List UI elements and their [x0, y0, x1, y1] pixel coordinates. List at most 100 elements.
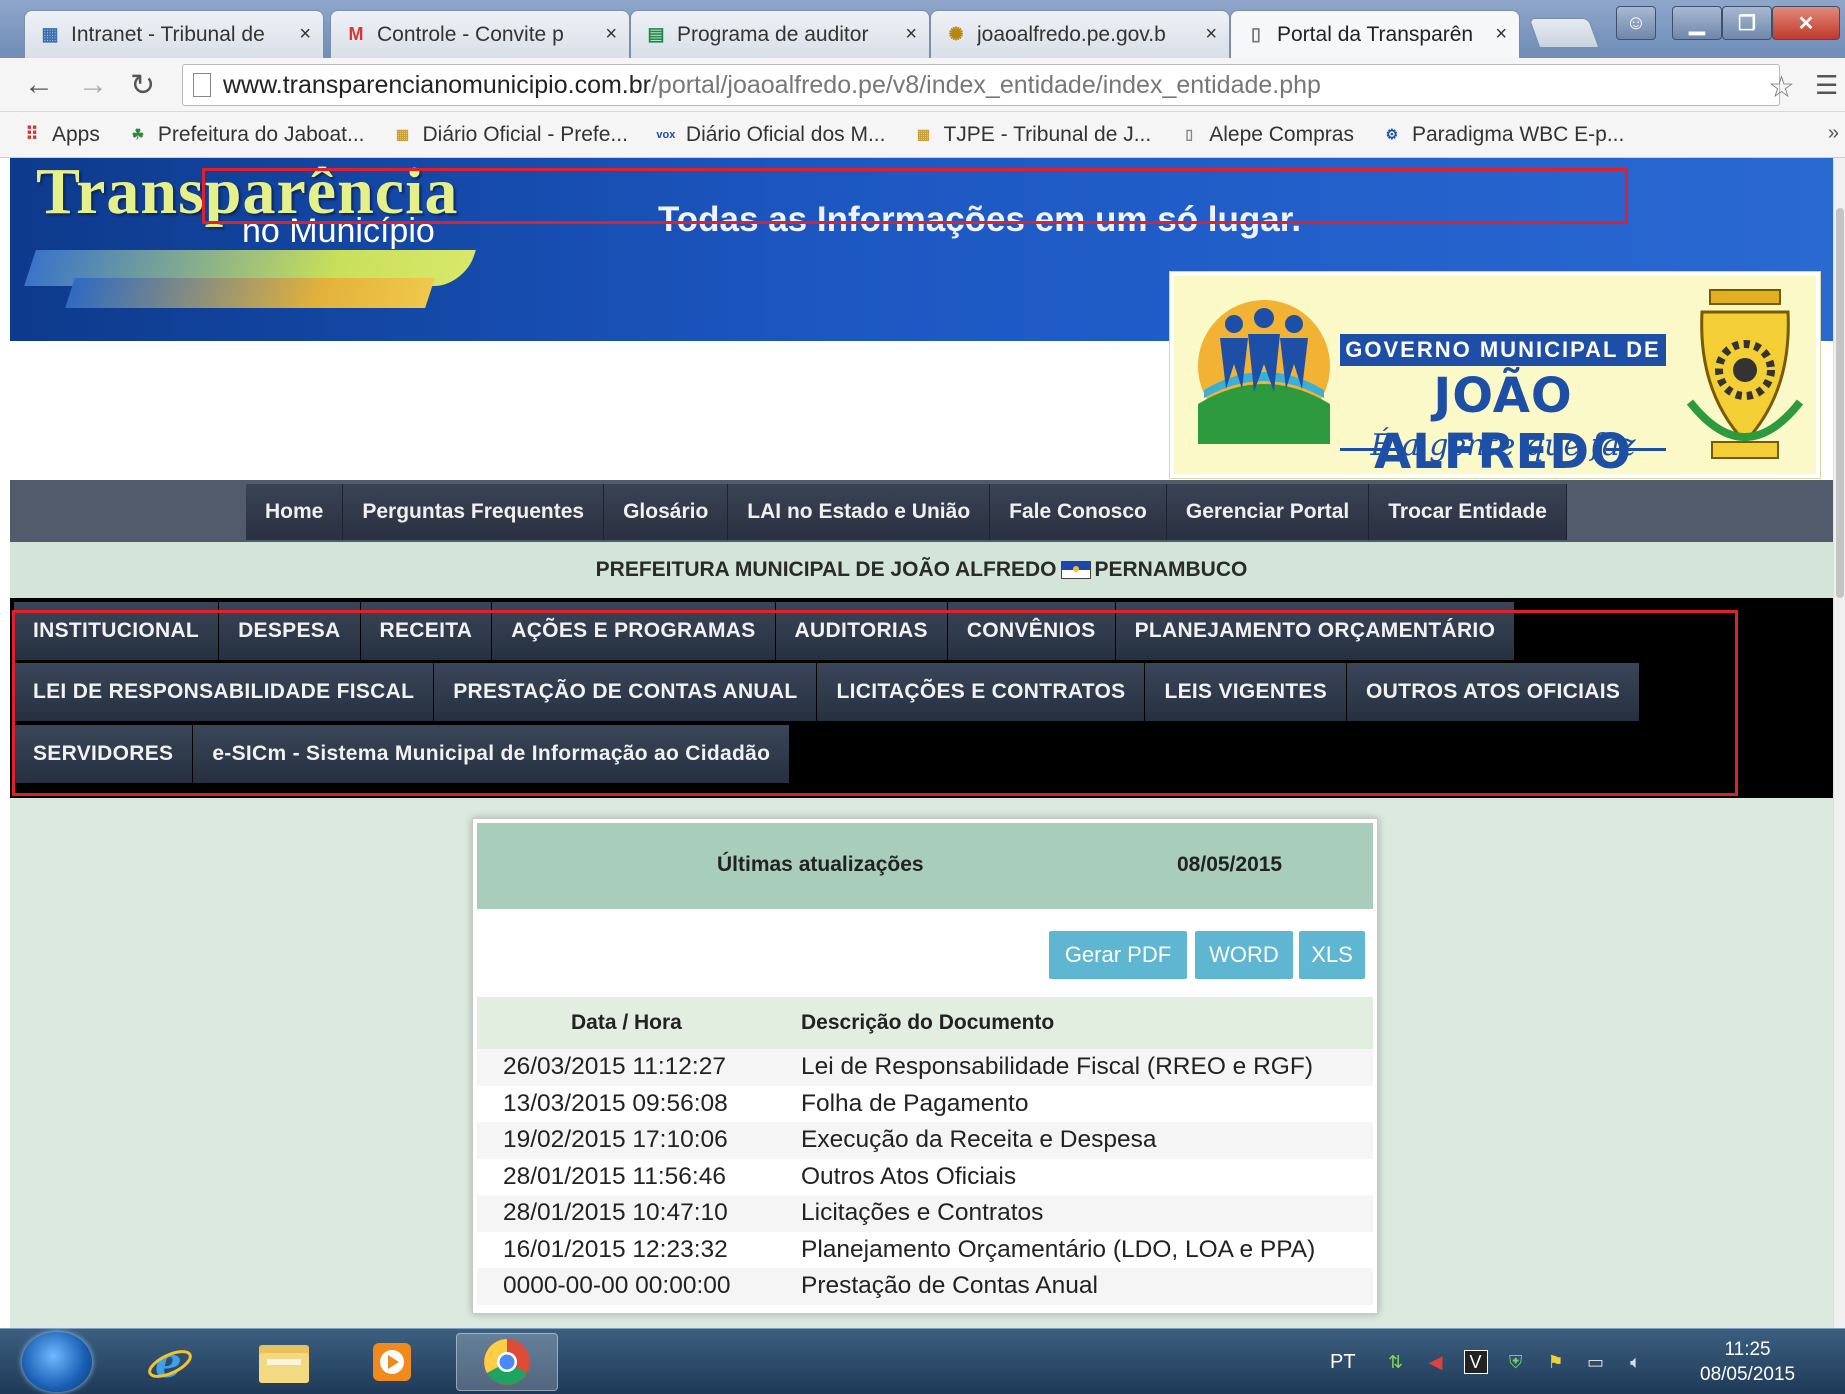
new-tab-button[interactable]: [1528, 18, 1600, 48]
bookmark-label: Apps: [52, 122, 100, 146]
table-row: 28/01/2015 11:56:46 Outros Atos Oficiais: [477, 1159, 1373, 1196]
tab-close-icon[interactable]: ×: [299, 23, 311, 46]
bookmark-alepe-compras[interactable]: ▯ Alepe Compras: [1177, 123, 1354, 147]
vox-icon: vox: [656, 128, 676, 141]
page-icon: [193, 73, 211, 97]
app-tray-icon[interactable]: V: [1463, 1350, 1488, 1374]
bookmark-label: Alepe Compras: [1209, 122, 1354, 146]
address-bar-area: ← → ↻ www.transparencianomunicipio.com.b…: [0, 58, 1845, 112]
seal-icon: ✺: [948, 24, 964, 44]
menu-icon[interactable]: ☰: [1815, 70, 1838, 101]
start-button[interactable]: [22, 1332, 92, 1392]
network-icon[interactable]: ▭: [1584, 1350, 1608, 1374]
bookmark-label: Paradigma WBC E-p...: [1411, 122, 1625, 146]
network-tray-icon[interactable]: ⇅: [1384, 1350, 1408, 1374]
user-icon[interactable]: ☺: [1616, 6, 1656, 40]
taskbar-clock[interactable]: 11:25 08/05/2015: [1700, 1337, 1795, 1387]
tab-portal-transparencia[interactable]: ▯ Portal da Transparên ×: [1230, 10, 1520, 58]
entity-name: PREFEITURA MUNICIPAL DE JOÃO ALFREDO: [595, 558, 1057, 581]
tab-close-icon[interactable]: ×: [1205, 23, 1217, 46]
entity-name-band: PREFEITURA MUNICIPAL DE JOÃO ALFREDO PER…: [10, 542, 1833, 598]
export-word-button[interactable]: WORD: [1195, 931, 1293, 979]
people-icon: ☘: [131, 126, 145, 142]
tab-close-icon[interactable]: ×: [1495, 23, 1507, 46]
chrome-icon[interactable]: [456, 1333, 558, 1391]
tab-intranet[interactable]: ▦ Intranet - Tribunal de ×: [24, 10, 324, 58]
shield-icon[interactable]: ⛨: [1504, 1350, 1528, 1374]
internet-explorer-icon[interactable]: e: [124, 1333, 216, 1391]
page-scrollbar[interactable]: [1833, 158, 1845, 1328]
export-xls-button[interactable]: XLS: [1299, 931, 1365, 979]
forward-icon[interactable]: →: [78, 68, 108, 102]
media-player-icon[interactable]: [346, 1333, 438, 1391]
nav-gerenciar-portal[interactable]: Gerenciar Portal: [1166, 484, 1370, 540]
chrome-glyph: [484, 1339, 530, 1385]
updates-title: Últimas atualizações: [717, 853, 924, 876]
windows-taskbar: e PT ⇅ ◀ V ⛨ ⚑ ▭ 🔈︎ 11:25 08/05/2015: [0, 1328, 1845, 1394]
latest-updates-panel: Últimas atualizações 08/05/2015 Gerar PD…: [472, 818, 1378, 1314]
government-logo: GOVERNO MUNICIPAL DE JOÃO ALFREDO É a ge…: [1170, 272, 1820, 480]
entity-state: PERNAMBUCO: [1094, 558, 1248, 581]
page-icon: ▯: [1185, 126, 1194, 142]
flag-tray-icon[interactable]: ⚑: [1544, 1350, 1568, 1374]
row-description: Planejamento Orçamentário (LDO, LOA e PP…: [801, 1235, 1316, 1263]
url-field[interactable]: www.transparencianomunicipio.com.br/port…: [182, 64, 1780, 106]
bookmark-label: Prefeitura do Jaboat...: [157, 122, 365, 146]
table-row: 26/03/2015 11:12:27 Lei de Responsabilida…: [477, 1049, 1373, 1086]
bookmark-diario-oficial-municipios[interactable]: vox Diário Oficial dos M...: [654, 122, 886, 147]
nav-lai-estado-uniao[interactable]: LAI no Estado e União: [728, 484, 991, 540]
row-description: Outros Atos Oficiais: [801, 1162, 1017, 1190]
tab-close-icon[interactable]: ×: [605, 23, 617, 46]
more-bookmarks-icon[interactable]: »: [1828, 122, 1839, 145]
top-navigation-band: Home Perguntas Frequentes Glosário LAI n…: [10, 480, 1833, 542]
close-window-icon[interactable]: ✕: [1772, 6, 1840, 40]
system-tray: PT ⇅ ◀ V ⛨ ⚑ ▭ 🔈︎: [1330, 1329, 1664, 1394]
bookmark-paradigma[interactable]: ⚙ Paradigma WBC E-p...: [1380, 122, 1625, 147]
updates-header: Últimas atualizações 08/05/2015: [477, 823, 1373, 909]
table-header: Data / Hora Descrição do Documento: [477, 997, 1373, 1049]
nav-perguntas-frequentes[interactable]: Perguntas Frequentes: [343, 484, 605, 540]
gear-person-icon: ⚙: [1385, 126, 1399, 142]
scrollbar-thumb[interactable]: [1836, 208, 1844, 598]
gov-logo-line2: JOÃO ALFREDO: [1374, 368, 1632, 480]
nav-home[interactable]: Home: [246, 484, 344, 540]
updates-date: 08/05/2015: [1177, 853, 1283, 876]
nav-fale-conosco[interactable]: Fale Conosco: [990, 484, 1167, 540]
internet-explorer-glyph: e: [148, 1338, 192, 1387]
bookmark-apps[interactable]: ⠿ Apps: [20, 122, 100, 147]
language-indicator[interactable]: PT: [1330, 1351, 1356, 1374]
nav-glosario[interactable]: Glosário: [604, 484, 729, 540]
folder-glyph: [259, 1345, 309, 1383]
nav-trocar-entidade[interactable]: Trocar Entidade: [1369, 484, 1567, 540]
tab-programa[interactable]: ▤ Programa de auditor ×: [630, 10, 930, 58]
reload-icon[interactable]: ↻: [130, 68, 155, 103]
export-pdf-button[interactable]: Gerar PDF: [1049, 931, 1187, 979]
bookmark-tjpe[interactable]: ▦ TJPE - Tribunal de J...: [911, 123, 1151, 147]
maximize-icon[interactable]: ❐: [1722, 6, 1772, 40]
row-description: Prestação de Contas Anual: [801, 1272, 1098, 1299]
volume-icon[interactable]: 🔈︎: [1624, 1350, 1648, 1374]
apps-grid-icon: ⠿: [25, 124, 39, 144]
tab-joaoalfredo[interactable]: ✺ joaoalfredo.pe.gov.b ×: [930, 10, 1230, 58]
row-date: 28/01/2015 10:47:10: [503, 1199, 728, 1226]
table-row: 13/03/2015 09:56:08 Folha de Pagamento: [477, 1086, 1373, 1123]
file-explorer-icon[interactable]: [238, 1333, 330, 1391]
bookmark-diario-oficial-prefeitura[interactable]: ▦ Diário Oficial - Prefe...: [391, 123, 628, 147]
updates-table-body: 26/03/2015 11:12:27 Lei de Responsabilida…: [477, 1049, 1373, 1305]
page-icon: ▯: [1251, 24, 1261, 44]
tab-label: Controle - Convite p: [377, 22, 564, 46]
bookmark-prefeitura-jaboatao[interactable]: ☘ Prefeitura do Jaboat...: [126, 123, 365, 147]
bookmark-label: Diário Oficial dos M...: [685, 122, 886, 146]
main-nav-highlight-box: [12, 610, 1738, 796]
banner-swoosh: [65, 278, 435, 308]
tab-controle[interactable]: M Controle - Convite p ×: [330, 10, 630, 58]
row-date: 16/01/2015 12:23:32: [503, 1235, 728, 1263]
back-icon[interactable]: ←: [24, 68, 54, 102]
speaker-alert-icon[interactable]: ◀: [1424, 1350, 1448, 1374]
municipal-crest-icon: [1686, 289, 1804, 459]
tab-close-icon[interactable]: ×: [905, 23, 917, 46]
minimize-icon[interactable]: ▁: [1672, 6, 1722, 40]
building-icon: ▦: [41, 24, 59, 44]
table-row: 0000-00-00 00:00:00 Prestação de Contas A…: [477, 1268, 1373, 1305]
bookmark-star-icon[interactable]: ☆: [1768, 70, 1795, 105]
